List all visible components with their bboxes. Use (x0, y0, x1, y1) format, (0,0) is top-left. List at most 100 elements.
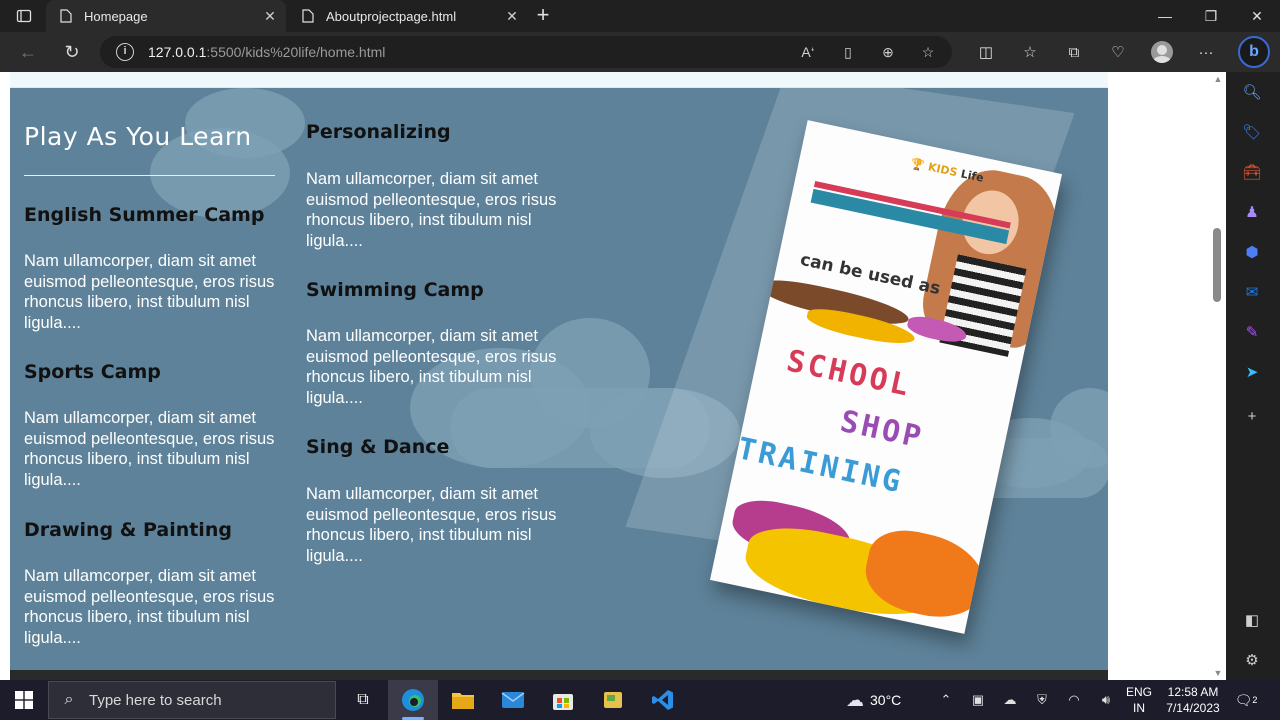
english-summer-camp-text: Nam ullamcorper, diam sit amet euismod p… (24, 252, 275, 332)
volume-icon[interactable]: 🔊︎ (1090, 680, 1122, 720)
drawing-painting-text: Nam ullamcorper, diam sit amet euismod p… (24, 567, 275, 647)
page-title: Play As You Learn (24, 122, 252, 151)
taskbar-apps: ⧉ (338, 680, 688, 720)
sidebar-toggle-icon[interactable]: ◧ (1240, 608, 1264, 632)
time: 12:58 AM (1167, 685, 1219, 699)
date: 7/14/2023 (1166, 701, 1220, 715)
tab-title: Aboutprojectpage.html (326, 8, 457, 24)
heading-sports-camp: Sports Camp (24, 361, 161, 383)
url-text[interactable]: 127.0.0.1:5500/kids%20life/home.html (148, 44, 385, 60)
tools-icon[interactable]: 🧰︎ (1240, 160, 1264, 184)
search-icon: ⌕ (64, 691, 74, 708)
games-icon[interactable]: ♟ (1240, 200, 1264, 224)
close-window-button[interactable]: ✕ (1234, 0, 1280, 32)
heading-drawing-painting: Drawing & Painting (24, 519, 232, 541)
cloud-icon: ☁ (846, 689, 864, 710)
tab-actions-icon (16, 9, 32, 23)
security-icon[interactable]: ⛨ (1026, 680, 1058, 720)
scroll-down-arrow-icon[interactable]: ▼ (1213, 668, 1223, 678)
favorites-icon[interactable]: ☆ (1008, 36, 1052, 68)
mail-icon[interactable] (488, 680, 538, 720)
task-view-icon[interactable]: ⧉ (338, 680, 388, 720)
address-bar[interactable]: i 127.0.0.1:5500/kids%20life/home.html A… (100, 36, 952, 68)
close-tab-icon[interactable]: ✕ (258, 4, 282, 28)
vscode-icon[interactable] (638, 680, 688, 720)
windows-taskbar: ⌕ Type here to search ⧉ ☁ 30°C ⌃ ▣ ☁ ⛨ ◠ (0, 680, 1280, 720)
device-icon[interactable]: ▣ (962, 680, 994, 720)
clock[interactable]: 12:58 AM 7/14/2023 (1160, 684, 1226, 716)
read-aloud-icon[interactable]: Aꜜ (792, 40, 824, 64)
language-indicator[interactable]: ENG IN (1122, 684, 1156, 716)
tab-aboutprojectpage[interactable]: Aboutprojectpage.html ✕ (288, 0, 528, 32)
tab-homepage[interactable]: Homepage ✕ (46, 0, 286, 32)
restore-button[interactable]: ❐ (1188, 0, 1234, 32)
scroll-thumb[interactable] (1213, 228, 1221, 302)
more-icon[interactable]: ··· (1184, 36, 1228, 68)
info-icon[interactable]: i (116, 43, 134, 61)
shopping-tag-icon[interactable]: 🏷︎ (1240, 120, 1264, 144)
show-hidden-icons-icon[interactable]: ⌃ (930, 680, 962, 720)
windows-logo-icon (15, 691, 33, 709)
heading-sing-dance: Sing & Dance (306, 436, 450, 458)
sing-dance-text: Nam ullamcorper, diam sit amet euismod p… (306, 485, 557, 565)
onedrive-icon[interactable]: ☁ (994, 680, 1026, 720)
weather-widget[interactable]: ☁ 30°C (846, 680, 901, 720)
heartbeat-icon[interactable]: ♡ (1096, 36, 1140, 68)
minimize-button[interactable]: — (1142, 0, 1188, 32)
new-tab-button[interactable]: + (530, 4, 556, 28)
search-placeholder: Type here to search (89, 691, 222, 709)
temperature: 30°C (870, 692, 902, 708)
refresh-icon[interactable]: ↻ (56, 38, 88, 66)
file-explorer-icon[interactable] (438, 680, 488, 720)
zoom-icon[interactable]: ⊕ (872, 40, 904, 64)
notification-count: 2 (1252, 695, 1258, 705)
notification-icon[interactable]: 🗨︎ 2 (1234, 688, 1258, 712)
profile-button[interactable] (1140, 36, 1184, 68)
start-button[interactable] (0, 680, 48, 720)
back-arrow-icon[interactable]: ← (12, 38, 44, 66)
settings-gear-icon[interactable]: ⚙ (1240, 648, 1264, 672)
edge-browser-icon[interactable] (388, 680, 438, 720)
edge-sidebar: 🔍︎ 🏷︎ 🧰︎ ♟ ⬢ ✉ ✎ ➤ + ◧ ⚙ (1226, 72, 1280, 680)
star-icon[interactable]: ☆ (912, 40, 944, 64)
search-icon[interactable]: 🔍︎ (1240, 80, 1264, 104)
taskbar-search[interactable]: ⌕ Type here to search (48, 681, 336, 719)
send-icon[interactable]: ➤ (1240, 360, 1264, 384)
swimming-camp-text: Nam ullamcorper, diam sit amet euismod p… (306, 327, 557, 407)
title-divider (24, 175, 275, 176)
page-viewport: Play As You Learn English Summer Camp Na… (0, 72, 1226, 680)
page-icon (300, 8, 316, 24)
collections-icon[interactable]: ⧉ (1052, 36, 1096, 68)
profile-icon (1151, 41, 1173, 63)
close-tab-icon[interactable]: ✕ (500, 4, 524, 28)
personalizing-text: Nam ullamcorper, diam sit amet euismod p… (306, 170, 557, 250)
toolbar: ◫ ☆ ⧉ ♡ ··· (964, 36, 1228, 68)
bing-icon[interactable]: b (1238, 36, 1270, 68)
system-tray: ⌃ ▣ ☁ ⛨ ◠ 🔊︎ (930, 680, 1122, 720)
tab-bar: Homepage ✕ Aboutprojectpage.html ✕ + — ❐… (0, 0, 1280, 32)
hero-section: Play As You Learn English Summer Camp Na… (10, 88, 1108, 670)
brochure-word-school: SCHOOL (783, 343, 915, 405)
tab-title: Homepage (84, 8, 148, 24)
microsoft-365-icon[interactable]: ⬢ (1240, 240, 1264, 264)
vertical-scrollbar[interactable]: ▲ ▼ (1210, 72, 1226, 680)
immersive-reader-icon[interactable]: ▯ (832, 40, 864, 64)
brochure-logo: 🏆 KIDS Life (909, 156, 985, 185)
navigation-bar: ← ↻ i 127.0.0.1:5500/kids%20life/home.ht… (0, 32, 1280, 72)
split-screen-icon[interactable]: ◫ (964, 36, 1008, 68)
page-icon (58, 8, 74, 24)
heading-english-summer-camp: English Summer Camp (24, 204, 265, 226)
brochure-word-shop: SHOP (837, 403, 927, 456)
sports-camp-text: Nam ullamcorper, diam sit amet euismod p… (24, 409, 275, 489)
tab-actions-button[interactable] (8, 4, 40, 28)
microsoft-store-icon[interactable] (538, 680, 588, 720)
nav-strip (10, 72, 1108, 88)
sticky-app-icon[interactable] (588, 680, 638, 720)
wifi-icon[interactable]: ◠ (1058, 680, 1090, 720)
address-bar-actions: Aꜜ ▯ ⊕ ☆ (792, 40, 944, 64)
add-icon[interactable]: + (1240, 404, 1264, 428)
scroll-up-arrow-icon[interactable]: ▲ (1213, 74, 1223, 84)
window-controls: — ❐ ✕ (1142, 0, 1280, 32)
designer-icon[interactable]: ✎ (1240, 320, 1264, 344)
outlook-icon[interactable]: ✉ (1240, 280, 1264, 304)
